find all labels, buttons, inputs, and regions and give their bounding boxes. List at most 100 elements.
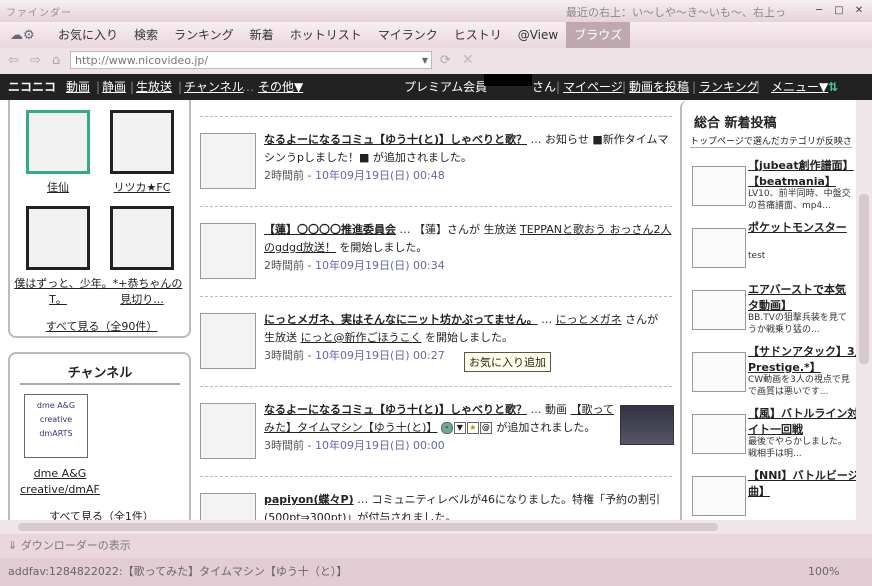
downloader-label[interactable]: ダウンローダーの表示 [21,539,131,552]
scroll-thumb[interactable] [18,523,718,531]
title-bar: ファインダー 最近の右上：い～しや～き～いも～、右上っ ─ □ ✕ [0,0,872,23]
app-logo-icon[interactable]: ☁⚙ [10,28,40,43]
nav-live[interactable]: 生放送 [136,74,172,100]
nav-seiga[interactable]: 静画 [102,74,126,100]
back-icon[interactable]: ⇦ [8,53,19,68]
ranking-item: エアバーストで本気 タ動画】 BB.TVの狙撃兵装を見て うか戦乗り猛の... [692,282,856,342]
menu-item-3[interactable]: 新着 [242,22,282,48]
feed-time: 2時間前 [264,169,304,182]
close-button[interactable]: ✕ [852,5,866,17]
channel-logo[interactable]: dme A&G creative dmARTS [24,394,88,458]
video-tag-icons[interactable]: · ▼ ★ @ [440,419,493,437]
community-name-3[interactable]: 。*+恭ちゃんの見切り... [97,276,187,308]
feed-title[interactable]: なるよーになるコミュ【ゆう十(と)】しゃべりと歌？ [264,403,527,416]
feed-title[interactable]: なるよーになるコミュ【ゆう十(と)】しゃべりと歌？ [264,133,527,146]
url-dropdown-icon[interactable]: ▼ [422,52,428,70]
ranking-title-text[interactable]: ポケットモンスター [748,220,847,236]
nav-douga[interactable]: 動画 [66,74,90,100]
menu-item-5[interactable]: マイランク [370,22,446,48]
ranking-desc: test [748,251,766,261]
feed-title[interactable]: にっとメガネ、実はそんなにニット坊かぶってません。 [264,313,538,326]
ranking-thumb[interactable] [692,228,746,268]
feed-title[interactable]: papiyon(蝶々P) [264,493,354,506]
menu-item-0[interactable]: お気に入り [50,22,126,48]
community-thumb-0[interactable] [26,110,90,174]
nav-other[interactable]: その他▼ [258,74,303,100]
maximize-button[interactable]: □ [832,5,846,17]
community-name-1[interactable]: リツカ★FC [97,180,187,196]
feed-icon[interactable] [200,313,256,369]
feed-time: 2時間前 [264,259,304,272]
community-thumb-2[interactable] [26,206,90,270]
channel-name-0[interactable]: dme A&G creative/dmAF [12,466,108,498]
vertical-scrollbar[interactable] [856,100,872,520]
ranking-item: 【jubeat創作譜面】 【beatmania】 LV10、前半同時、中盤交 の苔痛譜… [692,158,856,218]
community-name-2[interactable]: 僕はずっと、少年T。 [13,276,103,308]
ranking-thumb[interactable] [692,166,746,206]
ranking-thumb[interactable] [692,352,746,392]
downloader-bar[interactable]: ⇓ ダウンローダーの表示 [0,534,872,558]
menu-item-8[interactable]: ブラウズ [566,22,631,48]
feed-text: … [537,313,556,326]
menu-item-6[interactable]: ヒストリ [446,22,510,48]
url-text: http://www.nicovideo.jp/ [75,54,209,67]
community-see-all[interactable]: すべて見る（全90件） [10,318,193,334]
feed-icon[interactable] [200,223,256,279]
ranking-thumb[interactable] [692,290,746,330]
ranking-item: ポケットモンスター test [692,220,856,280]
nav-menu[interactable]: メニュー▼ [771,74,828,100]
ranking-title-text[interactable]: 【jubeat創作譜面】 【beatmania】 [748,158,854,190]
horizontal-scrollbar[interactable] [0,520,872,534]
ranking-title-text[interactable]: エアバーストで本気 タ動画】 [748,282,846,314]
ranking-thumb[interactable] [692,476,746,516]
channel-see-all[interactable]: すべて見る（全1件） [10,508,193,520]
ranking-subtitle: トップページで選んだカテゴリが反映さ [690,134,852,148]
menu-item-7[interactable]: @View [510,22,566,48]
feed-user-link[interactable]: にっとメガネ [556,313,622,326]
nav-mypage[interactable]: マイページ [563,74,623,100]
home-icon[interactable]: ⌂ [52,53,60,68]
nico-header: ニコニコ 動画 | 静画 | 生放送 | チャンネル … その他▼ プレミアム会… [0,74,872,100]
feed-text: を開始しました。 [421,331,513,344]
ranking-desc: CW動画を3人の視点で見 で画質は悪いです... [748,375,850,397]
feed-date: 10年09月19日(日) 00:00 [314,439,445,452]
nav-channel[interactable]: チャンネル [184,74,244,100]
ranking-title-text[interactable]: 【NNI】バトルビージ 曲】 [748,468,856,500]
community-thumb-3[interactable] [110,206,174,270]
feed-title[interactable]: 【蓮】〇〇〇〇推進委員会 [264,223,396,236]
reload-icon[interactable]: ⟳ [440,53,451,68]
community-name-0[interactable]: 佳仙 [13,180,103,196]
nav-upload[interactable]: 動画を投稿 [629,74,689,100]
feed-text: が追加されました。 [492,421,596,434]
feed-icon[interactable] [200,403,256,459]
nav-ranking[interactable]: ランキング [699,74,759,100]
menu-item-1[interactable]: 検索 [126,22,166,48]
scroll-thumb[interactable] [859,194,869,364]
video-thumbnail[interactable] [620,405,674,445]
feed-icon[interactable] [200,493,256,520]
sort-icon[interactable]: ⇅ [828,74,838,100]
nico-logo[interactable]: ニコニコ [8,74,56,100]
feed-date: 10年09月19日(日) 00:34 [314,259,445,272]
ranking-thumb[interactable] [692,414,746,454]
feed-item: 【蓮】〇〇〇〇推進委員会 … 【蓮】さんが 生放送 TEPPANと歌おう おっさ… [200,206,672,297]
menu-item-4[interactable]: ホットリスト [282,22,370,48]
feed-icon[interactable] [200,133,256,189]
url-input[interactable]: http://www.nicovideo.jp/ ▼ [70,51,432,69]
feed-text: を開始しました。 [335,241,428,254]
ranking-title-text[interactable]: 【サドンアタック】3人 Prestige.*】 [748,344,856,376]
minimize-button[interactable]: ─ [812,5,826,17]
ranking-desc: 最後でやらかしました。 戦相手は明... [748,437,848,459]
ranking-item: 【サドンアタック】3人 Prestige.*】 CW動画を3人の視点で見 で画質は悪い… [692,344,856,404]
ranking-desc: LV10、前半同時、中盤交 の苔痛譜面、mp4... [748,189,851,211]
community-thumb-1[interactable] [110,110,174,174]
ranking-title-text[interactable]: 【風】バトルライン対 イト一回戦 [748,406,856,438]
menu-item-2[interactable]: ランキング [166,22,242,48]
zoom-level[interactable]: 100% [808,558,839,586]
feed-link[interactable]: にっと@新作ごほうこく [301,331,422,344]
app-title: ファインダー [6,8,72,19]
ranking-title: 総合 新着投稿 [694,116,777,131]
stop-icon[interactable]: ✕ [462,52,474,68]
ranking-column: 総合 新着投稿 トップページで選んだカテゴリが反映さ 【jubeat創作譜面】【… [680,100,856,520]
forward-icon[interactable]: ⇨ [30,53,41,68]
